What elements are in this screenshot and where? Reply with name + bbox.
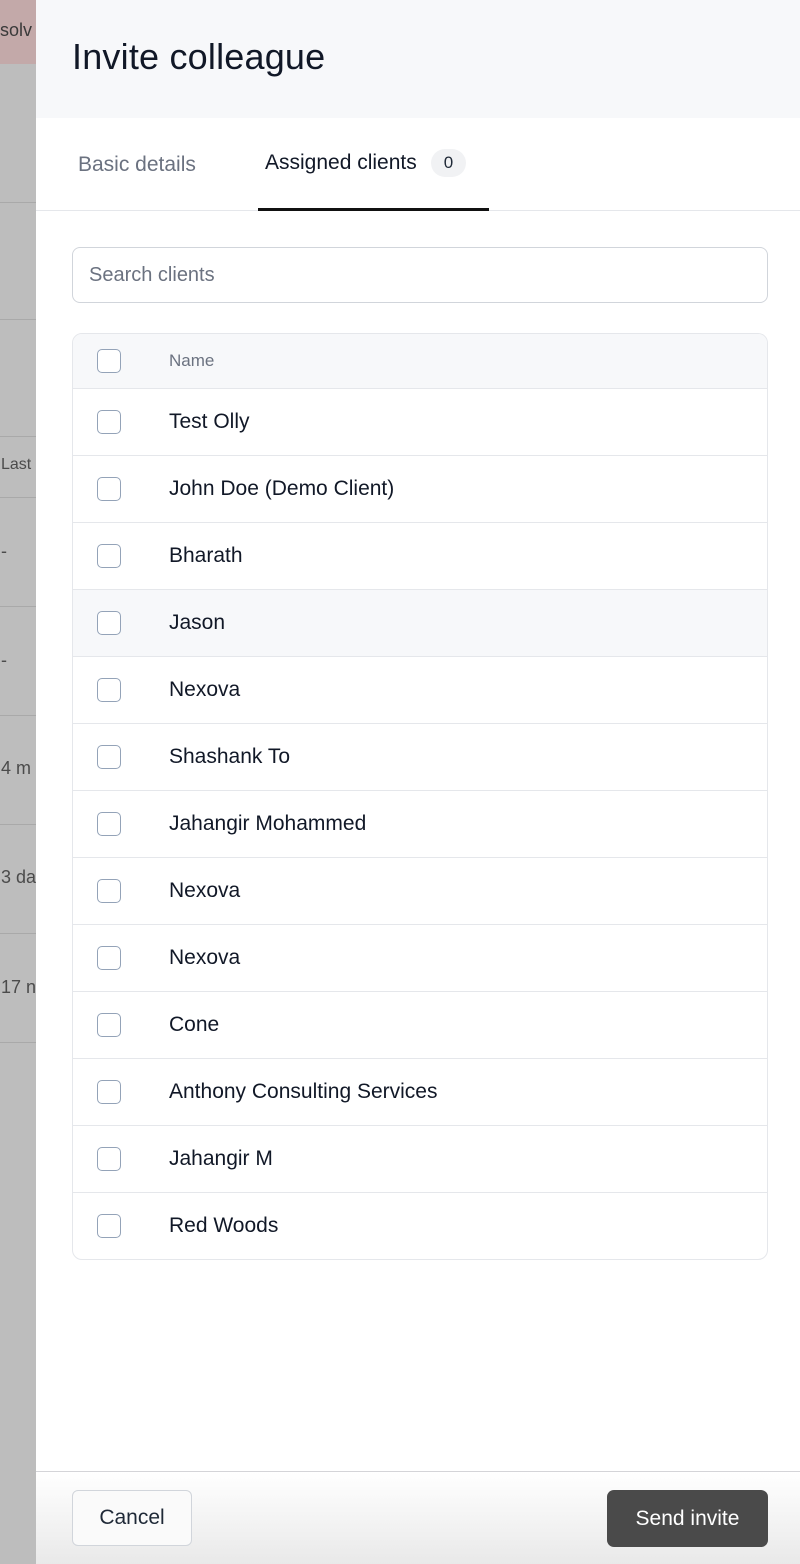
row-checkbox[interactable]	[97, 1147, 121, 1171]
assigned-count-badge: 0	[430, 149, 467, 177]
background-divider	[0, 319, 36, 320]
column-header-name: Name	[169, 351, 215, 370]
cancel-button[interactable]: Cancel	[72, 1490, 192, 1546]
client-name: Cone	[169, 1013, 220, 1036]
client-name: Nexova	[169, 946, 241, 969]
tab-assigned-clients[interactable]: Assigned clients 0	[258, 118, 489, 211]
table-header: Name	[73, 334, 767, 389]
clients-table: Name Test Olly John Doe (Demo Client) Bh…	[72, 333, 768, 1260]
row-checkbox[interactable]	[97, 1214, 121, 1238]
background-cell: 3 da	[1, 867, 36, 887]
table-row[interactable]: Jahangir M	[73, 1126, 767, 1193]
tab-label: Basic details	[78, 152, 196, 176]
background-divider	[0, 436, 36, 437]
background-cell: 17 n	[1, 977, 36, 997]
row-checkbox[interactable]	[97, 544, 121, 568]
client-name: Nexova	[169, 879, 241, 902]
row-checkbox[interactable]	[97, 1013, 121, 1037]
row-checkbox[interactable]	[97, 611, 121, 635]
table-row[interactable]: Anthony Consulting Services	[73, 1059, 767, 1126]
invite-colleague-drawer: Invite colleague Basic details Assigned …	[36, 0, 800, 1564]
client-name: Red Woods	[169, 1214, 279, 1237]
row-checkbox[interactable]	[97, 879, 121, 903]
table-row[interactable]: Cone	[73, 992, 767, 1059]
table-row[interactable]: Test Olly	[73, 389, 767, 456]
client-name: Shashank To	[169, 745, 291, 768]
background-divider	[0, 497, 36, 498]
tab-label: Assigned clients	[265, 151, 417, 174]
row-checkbox[interactable]	[97, 477, 121, 501]
client-name: Bharath	[169, 544, 243, 567]
row-checkbox[interactable]	[97, 745, 121, 769]
send-invite-button[interactable]: Send invite	[607, 1490, 768, 1547]
background-divider	[0, 715, 36, 716]
background-column-header: Last	[1, 456, 32, 473]
assigned-clients-panel: Name Test Olly John Doe (Demo Client) Bh…	[36, 211, 800, 1260]
client-name: Jahangir M	[169, 1147, 273, 1170]
table-row[interactable]: Jason	[73, 590, 767, 657]
background-divider	[0, 824, 36, 825]
tab-basic-details[interactable]: Basic details	[78, 118, 196, 211]
drawer-title: Invite colleague	[72, 36, 326, 77]
table-row[interactable]: Bharath	[73, 523, 767, 590]
row-checkbox[interactable]	[97, 812, 121, 836]
table-row[interactable]: Nexova	[73, 858, 767, 925]
background-cell: 4 m	[1, 758, 32, 778]
background-banner: solv	[0, 0, 36, 64]
client-name: Nexova	[169, 678, 241, 701]
background-divider	[0, 933, 36, 934]
table-row[interactable]: Jahangir Mohammed	[73, 791, 767, 858]
table-row[interactable]: John Doe (Demo Client)	[73, 456, 767, 523]
table-row[interactable]: Shashank To	[73, 724, 767, 791]
client-name: Test Olly	[169, 410, 250, 433]
table-row[interactable]: Nexova	[73, 657, 767, 724]
client-name: Anthony Consulting Services	[169, 1080, 438, 1103]
background-page: solv Last - - 4 m 3 da 17 n	[0, 0, 36, 1564]
table-row[interactable]: Red Woods	[73, 1193, 767, 1259]
row-checkbox[interactable]	[97, 946, 121, 970]
background-divider	[0, 606, 36, 607]
client-name: Jahangir Mohammed	[169, 812, 367, 835]
background-cell: -	[1, 541, 7, 561]
background-banner-text: solv	[0, 20, 33, 40]
client-name: Jason	[169, 611, 226, 634]
client-name: John Doe (Demo Client)	[169, 477, 395, 500]
table-row[interactable]: Nexova	[73, 925, 767, 992]
tab-bar: Basic details Assigned clients 0	[36, 118, 800, 211]
background-cell: -	[1, 650, 7, 670]
background-divider	[0, 1042, 36, 1043]
search-clients-input[interactable]	[72, 247, 768, 303]
drawer-header: Invite colleague	[36, 0, 800, 118]
row-checkbox[interactable]	[97, 1080, 121, 1104]
select-all-checkbox[interactable]	[97, 349, 121, 373]
drawer-footer: Cancel Send invite	[36, 1471, 800, 1564]
background-divider	[0, 202, 36, 203]
row-checkbox[interactable]	[97, 410, 121, 434]
row-checkbox[interactable]	[97, 678, 121, 702]
